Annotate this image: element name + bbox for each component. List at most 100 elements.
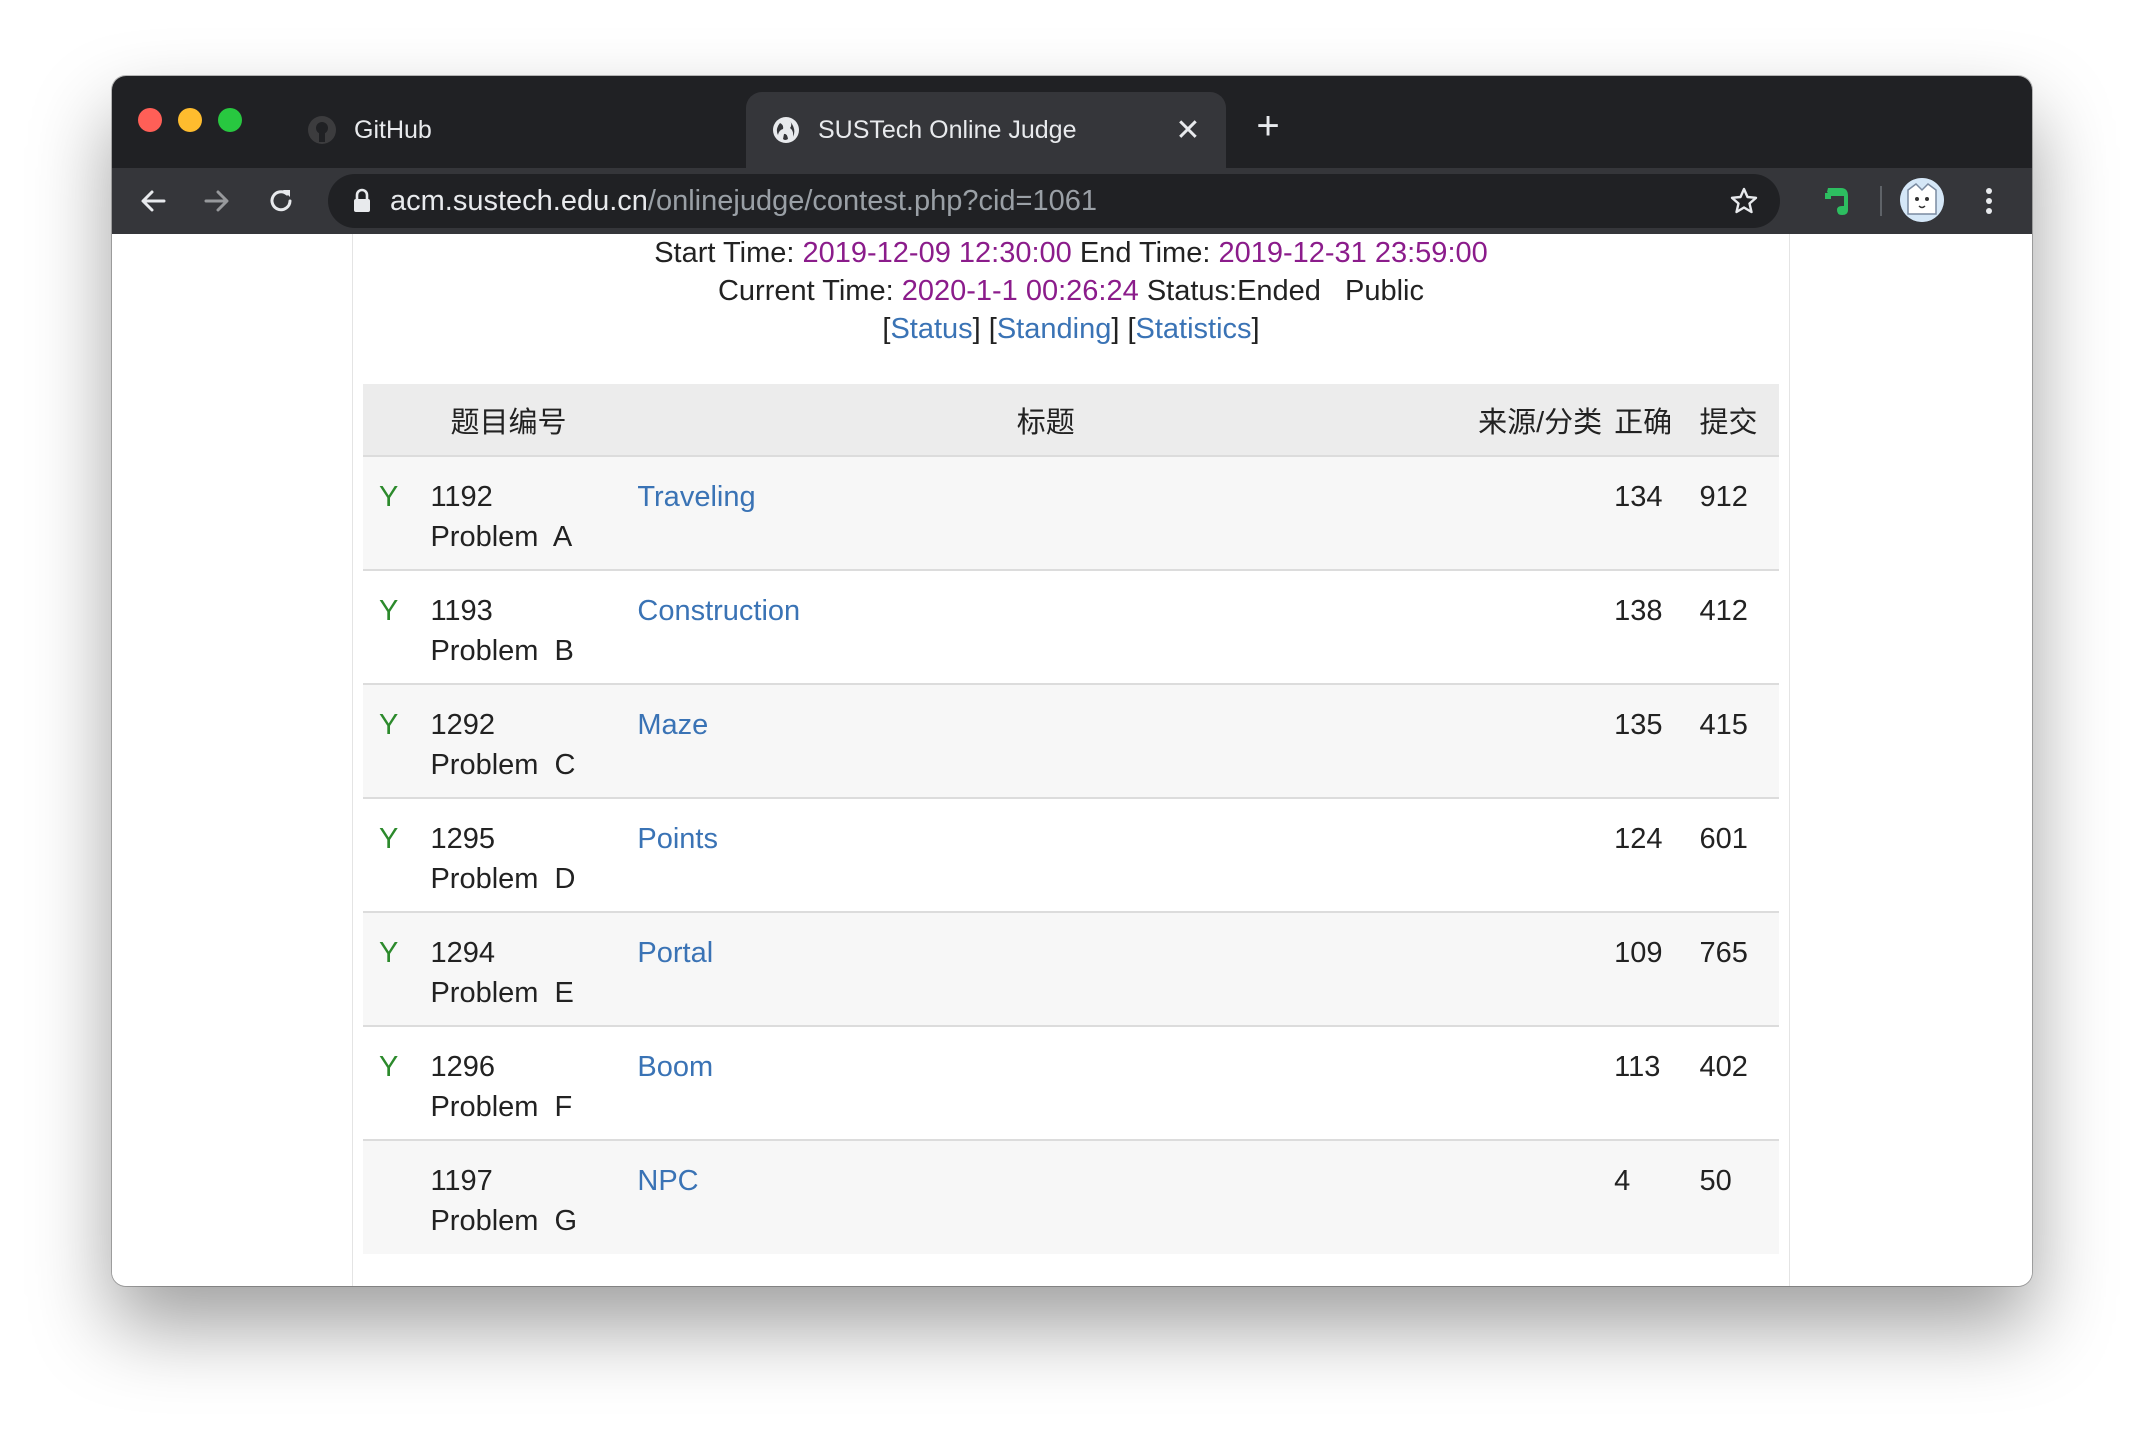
source-cell xyxy=(1454,798,1614,912)
url-path: /onlinejudge/contest.php?cid=1061 xyxy=(647,184,1097,217)
solved-mark: Y xyxy=(379,595,399,627)
status-link[interactable]: Status xyxy=(890,313,972,345)
profile-avatar[interactable] xyxy=(1900,178,1944,222)
title-cell: Construction xyxy=(637,570,1454,684)
browser-menu-button[interactable] xyxy=(1964,176,2014,226)
problem-id: 1292 xyxy=(430,709,495,741)
problem-id: 1295 xyxy=(430,823,495,855)
problem-title-link[interactable]: NPC xyxy=(637,1165,698,1197)
table-row: Y 1292 Problem C Maze 135 415 xyxy=(363,684,1779,798)
lock-icon[interactable] xyxy=(350,187,374,215)
source-header[interactable]: 来源/分类 xyxy=(1454,384,1614,456)
back-button[interactable] xyxy=(128,176,178,226)
url-text[interactable]: acm.sustech.edu.cn/onlinejudge/contest.p… xyxy=(390,185,1722,218)
submitted-count: 50 xyxy=(1699,1165,1732,1197)
globe-icon xyxy=(770,114,802,146)
problem-id-cell: 1292 Problem C xyxy=(430,684,637,798)
accepted-count: 124 xyxy=(1614,823,1663,855)
contest-links: [Status] [Standing] [Statistics] xyxy=(882,313,1260,345)
submitted-count: 912 xyxy=(1699,481,1748,513)
submitted-count: 601 xyxy=(1699,823,1748,855)
table-row: Y 1294 Problem E Portal 109 765 xyxy=(363,912,1779,1026)
solved-mark: Y xyxy=(379,1051,399,1083)
end-time-value: 2019-12-31 23:59:00 xyxy=(1218,237,1488,269)
source-cell xyxy=(1454,456,1614,570)
accepted-header[interactable]: 正确 xyxy=(1614,384,1699,456)
current-time-label: Current Time: xyxy=(717,275,894,307)
submitted-count: 412 xyxy=(1699,595,1748,627)
start-time-value: 2019-12-09 12:30:00 xyxy=(802,237,1072,269)
submitted-count: 765 xyxy=(1699,937,1748,969)
problem-title-link[interactable]: Construction xyxy=(637,595,800,627)
accepted-count: 113 xyxy=(1614,1051,1661,1083)
source-cell xyxy=(1454,570,1614,684)
problem-title-link[interactable]: Points xyxy=(637,823,718,855)
problem-id-cell: 1294 Problem E xyxy=(430,912,637,1026)
standing-link[interactable]: Standing xyxy=(997,313,1112,345)
current-time-line: Current Time: 2020-1-1 00:26:24 Status:E… xyxy=(353,272,1789,310)
tab-title: SUSTech Online Judge xyxy=(818,115,1077,144)
source-cell xyxy=(1454,912,1614,1026)
contest-time-line: Start Time: 2019-12-09 12:30:00 End Time… xyxy=(353,234,1789,272)
header-row: 题目编号 标题 来源/分类 正确 提交 xyxy=(363,384,1779,456)
arrow-left-icon xyxy=(141,190,166,212)
contest-container: Start Time: 2019-12-09 12:30:00 End Time… xyxy=(352,234,1790,1286)
problem-table: 题目编号 标题 来源/分类 正确 提交 Y 1192 Problem A Trav… xyxy=(363,384,1779,1254)
table-row: Y 1295 Problem D Points 124 601 xyxy=(363,798,1779,912)
solved-mark: Y xyxy=(379,823,399,855)
solved-header xyxy=(363,384,430,456)
close-window-button[interactable] xyxy=(138,108,162,132)
contest-visibility: Public xyxy=(1345,275,1425,307)
zoom-window-button[interactable] xyxy=(218,108,242,132)
address-bar[interactable]: acm.sustech.edu.cn/onlinejudge/contest.p… xyxy=(328,174,1780,228)
new-tab-button[interactable]: + xyxy=(1248,106,1288,146)
forward-button[interactable] xyxy=(192,176,242,226)
problem-label: Problem D xyxy=(430,863,576,895)
problem-id-header[interactable]: 题目编号 xyxy=(430,384,637,456)
table-row: 1197 Problem G NPC 4 50 xyxy=(363,1140,1779,1254)
problem-label: Problem E xyxy=(430,977,574,1009)
problem-id: 1294 xyxy=(430,937,495,969)
contest-info: Start Time: 2019-12-09 12:30:00 End Time… xyxy=(353,234,1789,348)
reload-button[interactable] xyxy=(256,176,306,226)
problem-id-cell: 1193 Problem B xyxy=(430,570,637,684)
source-cell xyxy=(1454,684,1614,798)
accepted-count: 135 xyxy=(1614,709,1663,741)
arrow-right-icon xyxy=(204,190,229,212)
submitted-count: 402 xyxy=(1699,1051,1748,1083)
problem-id-cell: 1192 Problem A xyxy=(430,456,637,570)
tab-sustech-online-judge[interactable]: SUSTech Online Judge ✕ xyxy=(746,92,1226,168)
problem-table-header: 题目编号 标题 来源/分类 正确 提交 xyxy=(363,384,1779,456)
evernote-icon xyxy=(1825,188,1848,215)
title-cell: Maze xyxy=(637,684,1454,798)
evernote-extension-button[interactable] xyxy=(1812,176,1862,226)
table-row: Y 1192 Problem A Traveling 134 912 xyxy=(363,456,1779,570)
title-cell: Portal xyxy=(637,912,1454,1026)
problem-title-link[interactable]: Boom xyxy=(637,1051,713,1083)
close-icon[interactable]: ✕ xyxy=(1168,110,1208,150)
more-vertical-icon xyxy=(1986,188,1992,214)
title-header[interactable]: 标题 xyxy=(637,384,1454,456)
problem-id-cell: 1197 Problem G xyxy=(430,1140,637,1254)
problem-id: 1193 xyxy=(430,595,493,627)
browser-toolbar: acm.sustech.edu.cn/onlinejudge/contest.p… xyxy=(112,168,2032,234)
source-cell xyxy=(1454,1026,1614,1140)
title-cell: Points xyxy=(637,798,1454,912)
title-cell: Traveling xyxy=(637,456,1454,570)
minimize-window-button[interactable] xyxy=(178,108,202,132)
submitted-header[interactable]: 提交 xyxy=(1700,384,1779,456)
problem-title-link[interactable]: Traveling xyxy=(637,481,755,513)
accepted-count: 138 xyxy=(1614,595,1663,627)
problem-label: Problem G xyxy=(430,1205,578,1237)
problem-title-link[interactable]: Portal xyxy=(637,937,713,969)
problem-table-body: Y 1192 Problem A Traveling 134 912 Y 1193… xyxy=(363,456,1779,1254)
statistics-link[interactable]: Statistics xyxy=(1136,313,1252,345)
bookmark-star-icon[interactable] xyxy=(1722,179,1766,223)
problem-id-cell: 1296 Problem F xyxy=(430,1026,637,1140)
problem-id-cell: 1295 Problem D xyxy=(430,798,637,912)
problem-label: Problem F xyxy=(430,1091,573,1123)
problem-title-link[interactable]: Maze xyxy=(637,709,708,741)
title-cell: Boom xyxy=(637,1026,1454,1140)
table-row: Y 1193 Problem B Construction 138 412 xyxy=(363,570,1779,684)
problem-id: 1296 xyxy=(430,1051,495,1083)
